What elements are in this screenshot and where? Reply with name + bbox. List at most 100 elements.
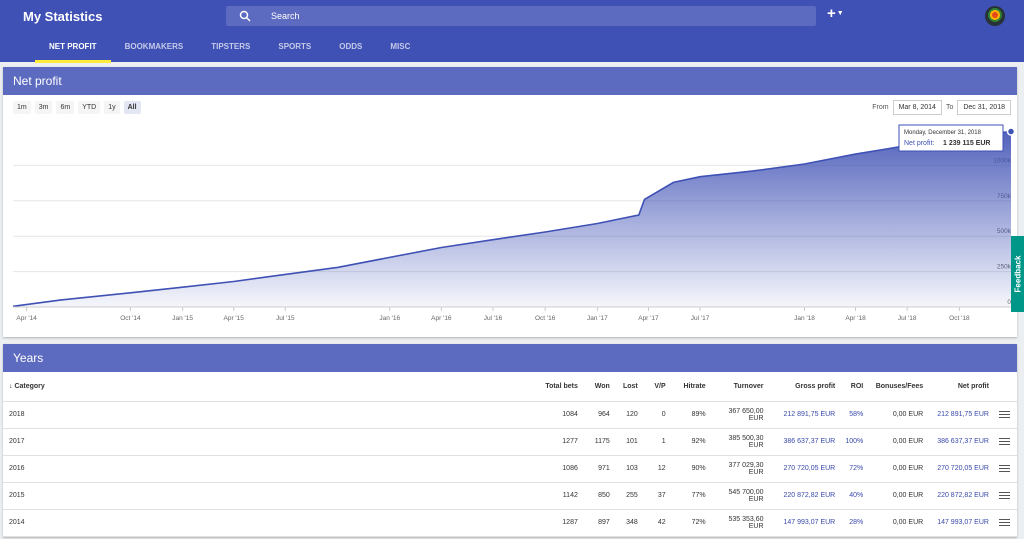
column-header-total-bets[interactable]: Total bets	[528, 372, 582, 402]
x-tick-label: Apr '18	[845, 315, 866, 322]
column-header-roi[interactable]: ROI	[839, 372, 868, 402]
row-menu-button[interactable]	[992, 482, 1017, 510]
column-header-lost[interactable]: Lost	[613, 372, 642, 402]
range-button-all[interactable]: All	[123, 101, 141, 114]
table-row[interactable]: 2015 1142 850 255 37 77% 545 700,00 EUR 220 872…	[3, 482, 1017, 510]
column-header-turnover[interactable]: Turnover	[709, 372, 768, 402]
column-header-v-p[interactable]: V/P	[641, 372, 670, 402]
cell-gross-profit[interactable]: 386 637,37 EUR	[767, 428, 840, 456]
column-header-gross-profit[interactable]: Gross profit	[767, 372, 840, 402]
column-header-bonuses-fees[interactable]: Bonuses/Fees	[867, 372, 928, 402]
cell-roi[interactable]: 100%	[839, 428, 868, 456]
cell-total-bets: 1277	[528, 428, 582, 456]
cell-net-profit[interactable]: 220 872,82 EUR	[927, 482, 993, 510]
x-tick-label: Apr '17	[638, 315, 659, 322]
add-button[interactable]: +▼	[827, 5, 844, 22]
cell-category: 2017	[3, 428, 529, 456]
x-tick-label: Apr '15	[224, 315, 245, 322]
cell-roi[interactable]: 40%	[839, 482, 868, 510]
cell-gross-profit[interactable]: 270 720,05 EUR	[767, 455, 840, 483]
cell-v-p: 1	[641, 428, 670, 456]
from-date-input[interactable]: Mar 8, 2014	[892, 100, 942, 115]
x-tick-label: Oct '16	[535, 315, 556, 322]
x-tick-label: Oct '18	[949, 315, 970, 322]
search-input[interactable]: Search	[226, 6, 816, 26]
x-tick-label: Oct '14	[120, 315, 141, 322]
range-button-6m[interactable]: 6m	[56, 101, 75, 114]
x-tick-label: Jul '17	[691, 315, 710, 322]
range-button-ytd[interactable]: YTD	[78, 101, 101, 114]
cell-gross-profit[interactable]: 147 993,07 EUR	[767, 509, 840, 537]
cell-net-profit[interactable]: 212 891,75 EUR	[927, 401, 993, 429]
cell-roi[interactable]: 72%	[839, 455, 868, 483]
cell-bonuses-fees: 0,00 EUR	[867, 455, 928, 483]
net-profit-chart[interactable]: 0250k500k750k1000kApr '14Oct '14Jan '15A…	[3, 122, 1017, 337]
cell-net-profit[interactable]: 270 720,05 EUR	[927, 455, 993, 483]
cell-category: 2016	[3, 455, 529, 483]
cell-turnover: 545 700,00 EUR	[709, 482, 768, 510]
tab-tipsters[interactable]: TIPSTERS	[197, 42, 264, 62]
tooltip-box	[898, 124, 1004, 152]
tab-sports[interactable]: SPORTS	[264, 42, 325, 62]
tab-misc[interactable]: MISC	[376, 42, 424, 62]
cell-bonuses-fees: 0,00 EUR	[867, 428, 928, 456]
cell-category: 2018	[3, 401, 529, 429]
cell-turnover: 535 353,60 EUR	[709, 509, 768, 537]
cell-net-profit[interactable]: 386 637,37 EUR	[927, 428, 993, 456]
tab-bookmakers[interactable]: BOOKMAKERS	[111, 42, 198, 62]
row-menu-button[interactable]	[992, 428, 1017, 456]
table-row[interactable]: 2017 1277 1175 101 1 92% 385 500,30 EUR 386 637…	[3, 428, 1017, 456]
column-header-won[interactable]: Won	[581, 372, 614, 402]
column-header-hitrate[interactable]: Hitrate	[669, 372, 710, 402]
cell-won: 1175	[581, 428, 614, 456]
range-button-3m[interactable]: 3m	[34, 101, 53, 114]
x-tick-label: Jul '18	[898, 315, 917, 322]
table-row[interactable]: 2014 1287 897 348 42 72% 535 353,60 EUR 147 993…	[3, 509, 1017, 537]
net-profit-title: Net profit	[3, 67, 1017, 95]
years-title: Years	[3, 344, 1017, 372]
range-button-1m[interactable]: 1m	[13, 101, 31, 114]
cell-roi[interactable]: 28%	[839, 509, 868, 537]
cell-roi[interactable]: 58%	[839, 401, 868, 429]
tab-net-profit[interactable]: NET PROFIT	[35, 42, 111, 63]
to-label: To	[945, 104, 954, 111]
years-card: Years ↓ Category Total bets Won Lost V/P Hitr…	[3, 344, 1017, 537]
cell-net-profit[interactable]: 147 993,07 EUR	[927, 509, 993, 537]
table-header-row: ↓ Category Total bets Won Lost V/P Hitrate Tur…	[3, 372, 1017, 402]
cell-turnover: 385 500,30 EUR	[709, 428, 768, 456]
cell-lost: 348	[613, 509, 642, 537]
cell-gross-profit[interactable]: 220 872,82 EUR	[767, 482, 840, 510]
avatar[interactable]	[985, 6, 1005, 26]
cell-total-bets: 1086	[528, 455, 582, 483]
cell-won: 897	[581, 509, 614, 537]
column-header-category[interactable]: ↓ Category	[3, 372, 529, 402]
years-table: ↓ Category Total bets Won Lost V/P Hitrate Tur…	[3, 372, 1017, 537]
range-selector: 1m 3m 6m YTD 1y All	[13, 101, 141, 114]
range-button-1y[interactable]: 1y	[104, 101, 120, 114]
cell-v-p: 0	[641, 401, 670, 429]
to-date-input[interactable]: Dec 31, 2018	[957, 100, 1011, 115]
row-menu-button[interactable]	[992, 509, 1017, 537]
cell-hitrate: 77%	[669, 482, 710, 510]
series-area	[13, 131, 1011, 307]
date-range: From Mar 8, 2014 To Dec 31, 2018	[872, 100, 1011, 115]
cell-v-p: 42	[641, 509, 670, 537]
cell-lost: 101	[613, 428, 642, 456]
cell-hitrate: 72%	[669, 509, 710, 537]
x-tick-label: Jul '15	[276, 315, 295, 322]
cell-category: 2015	[3, 482, 529, 510]
x-tick-label: Jul '16	[484, 315, 503, 322]
x-tick-label: Jan '18	[794, 315, 815, 322]
feedback-tab[interactable]: Feedback	[1011, 236, 1024, 312]
nav-tabs: NET PROFIT BOOKMAKERS TIPSTERS SPORTS ODDS MI…	[35, 42, 424, 63]
table-row[interactable]: 2018 1084 964 120 0 89% 367 650,00 EUR 212 891,…	[3, 401, 1017, 429]
cell-won: 964	[581, 401, 614, 429]
cell-total-bets: 1084	[528, 401, 582, 429]
row-menu-button[interactable]	[992, 455, 1017, 483]
column-header-net-profit[interactable]: Net profit	[927, 372, 993, 402]
table-row[interactable]: 2016 1086 971 103 12 90% 377 029,30 EUR 270 720…	[3, 455, 1017, 483]
cell-gross-profit[interactable]: 212 891,75 EUR	[767, 401, 840, 429]
column-header-actions	[992, 372, 1017, 402]
row-menu-button[interactable]	[992, 401, 1017, 429]
tab-odds[interactable]: ODDS	[325, 42, 376, 62]
